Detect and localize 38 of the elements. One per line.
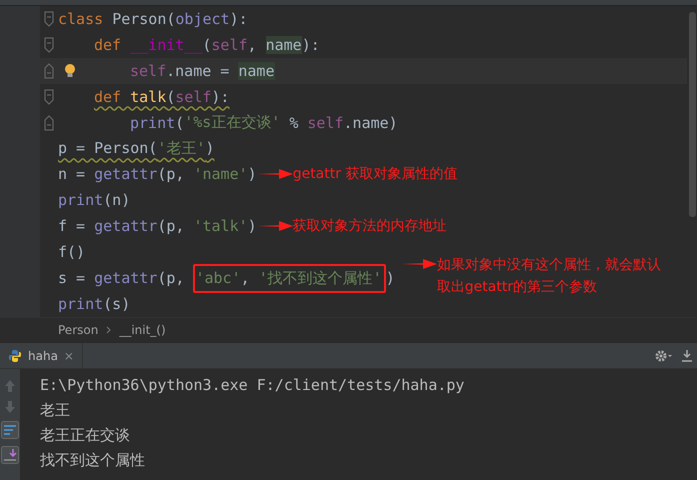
console-output-line: 老王 — [40, 400, 71, 421]
code-line: print(s) — [58, 295, 130, 314]
code-line: def talk(self): — [93, 88, 230, 106]
annotation-text: 获取对象方法的内存地址 — [292, 217, 447, 236]
console-output-line: 老王正在交谈 — [40, 425, 131, 446]
gear-icon[interactable] — [655, 348, 673, 362]
code-line: self.name = name — [129, 62, 274, 80]
code-line: print('%s正在交谈' % self.name) — [129, 113, 398, 132]
console-output-line: 找不到这个属性 — [40, 450, 146, 471]
fold-icon[interactable] — [44, 10, 54, 27]
code-line: class Person(object): — [58, 10, 248, 28]
annotation-text: 如果对象中没有这个属性，就会默认取出getattr的第三个参数 — [436, 256, 662, 298]
wrap-icon[interactable] — [1, 421, 19, 439]
scrollbar-thumb[interactable] — [688, 12, 696, 217]
chevron-icon — [106, 326, 112, 334]
download-icon[interactable] — [681, 348, 693, 362]
code-line: p = Person('老王') — [58, 138, 214, 158]
fold-icon[interactable] — [44, 88, 54, 105]
code-line: n = getattr(p, 'name') — [58, 165, 257, 184]
fold-icon[interactable] — [44, 62, 54, 79]
code-line: f = getattr(p, 'talk') — [58, 217, 257, 236]
annotation-text: getattr 获取对象属性的值 — [292, 165, 458, 184]
down-arrow-icon[interactable] — [4, 400, 16, 414]
code-line: f() — [58, 243, 86, 262]
breadcrumb-item[interactable]: Person — [58, 323, 98, 337]
fold-icon[interactable] — [44, 36, 54, 53]
python-logo-icon — [8, 348, 22, 362]
up-arrow-icon[interactable] — [4, 379, 16, 393]
scroll-to-end-icon[interactable] — [1, 446, 19, 464]
code-line: s = getattr(p, 'abc', '找不到这个属性' ) — [58, 264, 395, 293]
code-line: print(n) — [58, 191, 130, 210]
console-output-line: E:\Python36\python3.exe F:/client/tests/haha.py — [40, 375, 466, 396]
breadcrumb-item[interactable]: __init_() — [119, 323, 166, 337]
highlight-box: 'abc', '找不到这个属性' — [193, 264, 386, 293]
fold-icon[interactable] — [44, 114, 54, 131]
close-icon[interactable]: × — [64, 348, 74, 362]
lightbulb-icon[interactable] — [64, 62, 76, 79]
code-line: def __init__(self, name): — [93, 36, 320, 54]
